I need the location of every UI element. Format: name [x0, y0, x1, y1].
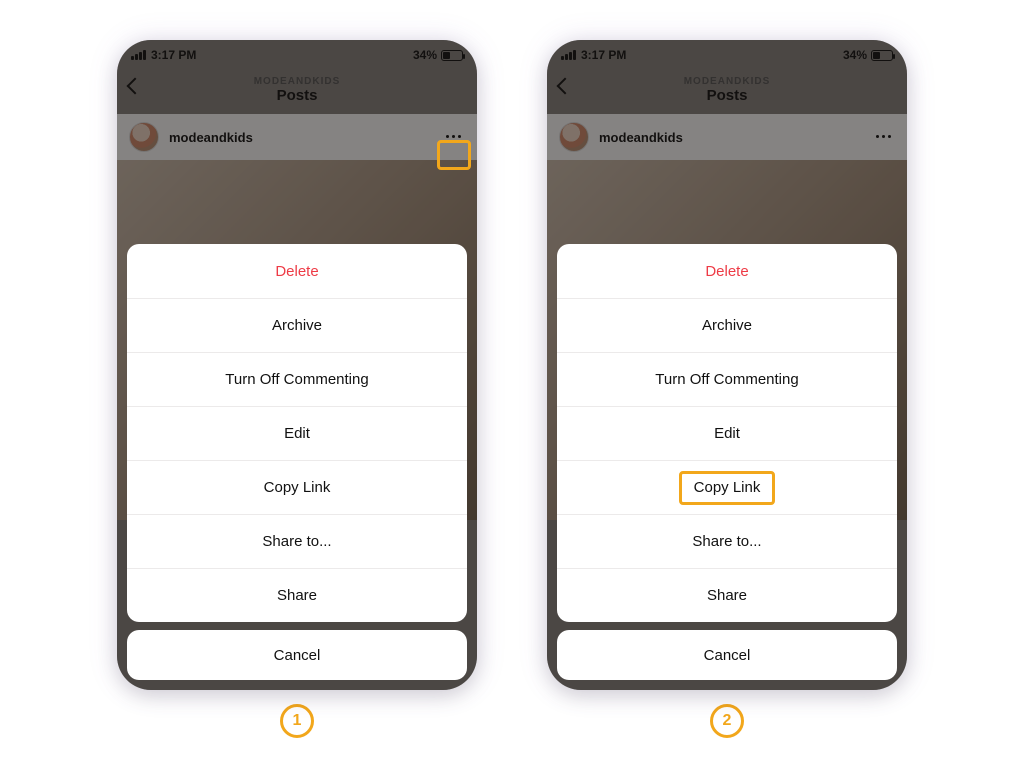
step-badge-1: 1 [280, 704, 314, 738]
menu-share-to[interactable]: Share to... [557, 514, 897, 568]
menu-share-to[interactable]: Share to... [127, 514, 467, 568]
menu-archive[interactable]: Archive [127, 298, 467, 352]
cancel-button[interactable]: Cancel [127, 630, 467, 680]
menu-share[interactable]: Share [127, 568, 467, 622]
menu-copy-link[interactable]: Copy Link [127, 460, 467, 514]
menu-share[interactable]: Share [557, 568, 897, 622]
step-1-column: 3:17 PM 34% MODEANDKIDS Posts modeandkid… [117, 40, 477, 738]
action-sheet: Delete Archive Turn Off Commenting Edit … [127, 244, 467, 680]
step-badge-2: 2 [710, 704, 744, 738]
menu-delete[interactable]: Delete [557, 244, 897, 298]
menu-archive[interactable]: Archive [557, 298, 897, 352]
menu-copy-link[interactable]: Copy Link [557, 460, 897, 514]
phone-screen-1: 3:17 PM 34% MODEANDKIDS Posts modeandkid… [117, 40, 477, 690]
menu-turn-off-commenting[interactable]: Turn Off Commenting [127, 352, 467, 406]
action-sheet: Delete Archive Turn Off Commenting Edit … [557, 244, 897, 680]
action-sheet-options: Delete Archive Turn Off Commenting Edit … [557, 244, 897, 622]
action-sheet-options: Delete Archive Turn Off Commenting Edit … [127, 244, 467, 622]
phone-screen-2: 3:17 PM 34% MODEANDKIDS Posts modeandkid… [547, 40, 907, 690]
step-2-column: 3:17 PM 34% MODEANDKIDS Posts modeandkid… [547, 40, 907, 738]
menu-edit[interactable]: Edit [557, 406, 897, 460]
callout-highlight-copy-link [679, 471, 775, 505]
menu-turn-off-commenting[interactable]: Turn Off Commenting [557, 352, 897, 406]
menu-edit[interactable]: Edit [127, 406, 467, 460]
cancel-button[interactable]: Cancel [557, 630, 897, 680]
menu-delete[interactable]: Delete [127, 244, 467, 298]
